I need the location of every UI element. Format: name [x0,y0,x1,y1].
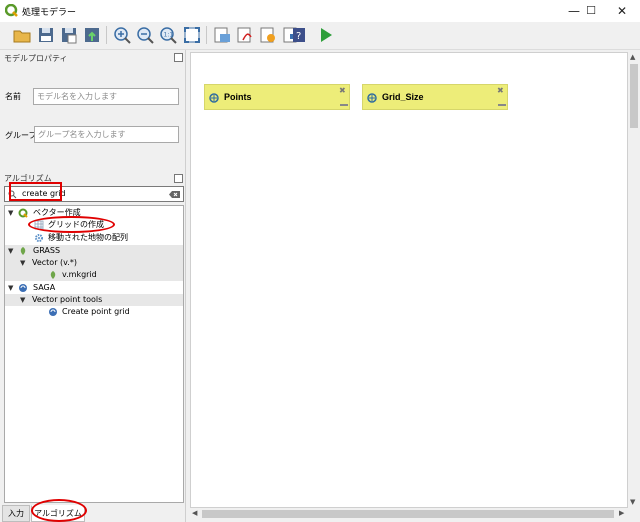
grass-icon [50,271,56,279]
collapse-node-icon[interactable] [340,104,348,106]
group-label: グループ [5,131,37,140]
tree-group-grass[interactable]: ▼ GRASS [5,245,183,257]
input-node-points[interactable]: Points ✖ [204,84,350,110]
open-model-icon[interactable] [12,25,32,45]
tree-group-vector-point-tools[interactable]: ▼ Vector point tools [5,294,183,306]
scroll-right-icon[interactable]: ▶ [619,509,624,517]
toolbar: 1:1 ? [0,22,640,50]
title-bar: 処理モデラー — ☐ ✕ [0,0,640,22]
parameter-icon [367,93,377,103]
horizontal-scrollbar[interactable]: ◀ ▶ [190,508,628,520]
model-name-field[interactable]: モデル名を入力します [33,88,179,105]
saga-icon [19,284,27,292]
scroll-down-icon[interactable]: ▼ [630,498,635,506]
tree-group-vector-v[interactable]: ▼ Vector (v.*) [5,257,183,269]
remove-node-icon[interactable]: ✖ [497,86,504,95]
tree-label: Vector point tools [32,295,103,304]
zoom-full-icon[interactable] [182,25,202,45]
algorithms-tab-highlight-circle [31,499,87,522]
create-grid-highlight-circle [28,216,115,233]
saga-icon [49,308,57,316]
undock-icon[interactable] [174,53,183,62]
scroll-left-icon[interactable]: ◀ [192,509,197,517]
export-icon[interactable] [82,25,102,45]
tree-item-array-displaced[interactable]: 移動された地物の配列 [5,232,183,244]
edit-help-icon[interactable]: ? [290,25,310,45]
qgis-logo-icon [5,4,18,17]
window-title: 処理モデラー [22,8,77,18]
export-pdf-icon[interactable] [235,25,255,45]
remove-node-icon[interactable]: ✖ [339,86,346,95]
close-button[interactable]: ✕ [606,0,638,22]
expand-arrow-icon: ▼ [20,296,26,304]
clear-search-icon[interactable] [169,191,180,198]
undock-icon[interactable] [174,174,183,183]
run-model-icon[interactable] [316,25,336,45]
model-canvas[interactable]: Points ✖ Grid_Size ✖ [190,52,628,508]
expand-arrow-icon: ▼ [8,247,14,255]
tree-item-create-point-grid[interactable]: Create point grid [5,306,183,318]
tree-label: Vector (v.*) [32,258,77,267]
save-model-icon[interactable] [36,25,56,45]
qgis-provider-icon [18,208,28,218]
export-image-icon[interactable] [212,25,232,45]
collapse-node-icon[interactable] [498,104,506,106]
toolbar-separator [206,26,207,44]
vertical-scrollbar[interactable]: ▲ ▼ [628,52,640,508]
gear-icon [35,234,43,242]
search-highlight-box [9,182,62,201]
algorithm-tree: ▼ ベクター作成 グリッドの作成 移動された地物の配列 ▼ GRASS ▼ Ve… [4,205,184,503]
zoom-in-icon[interactable] [112,25,132,45]
model-group-field[interactable]: グループ名を入力します [34,126,179,143]
name-label: 名前 [5,92,21,101]
panel-tabs: 入力 アルゴリズム [0,505,186,522]
svg-text:?: ? [296,31,301,42]
expand-arrow-icon: ▼ [20,259,26,267]
node-label: Grid_Size [382,92,424,102]
tree-label: 移動された地物の配列 [48,233,128,242]
scroll-thumb[interactable] [630,64,638,128]
expand-arrow-icon: ▼ [8,209,14,217]
scroll-thumb[interactable] [202,510,614,518]
tree-label: SAGA [33,283,56,292]
zoom-actual-icon[interactable]: 1:1 [158,25,178,45]
model-properties-title: モデルプロパティ [4,54,68,63]
input-node-grid-size[interactable]: Grid_Size ✖ [362,84,508,110]
tab-input[interactable]: 入力 [2,505,30,522]
node-label: Points [224,92,252,102]
tree-label: Create point grid [62,307,130,316]
export-svg-icon[interactable] [258,25,278,45]
tree-group-saga[interactable]: ▼ SAGA [5,282,183,294]
scroll-up-icon[interactable]: ▲ [630,53,635,61]
expand-arrow-icon: ▼ [8,284,14,292]
tree-item-v-mkgrid[interactable]: v.mkgrid [5,269,183,281]
grass-icon [20,247,26,255]
toolbar-separator [106,26,107,44]
save-as-icon[interactable] [59,25,79,45]
maximize-button[interactable]: ☐ [575,0,607,22]
parameter-icon [209,93,219,103]
zoom-out-icon[interactable] [135,25,155,45]
tree-label: v.mkgrid [62,270,97,279]
tree-label: GRASS [33,246,61,255]
